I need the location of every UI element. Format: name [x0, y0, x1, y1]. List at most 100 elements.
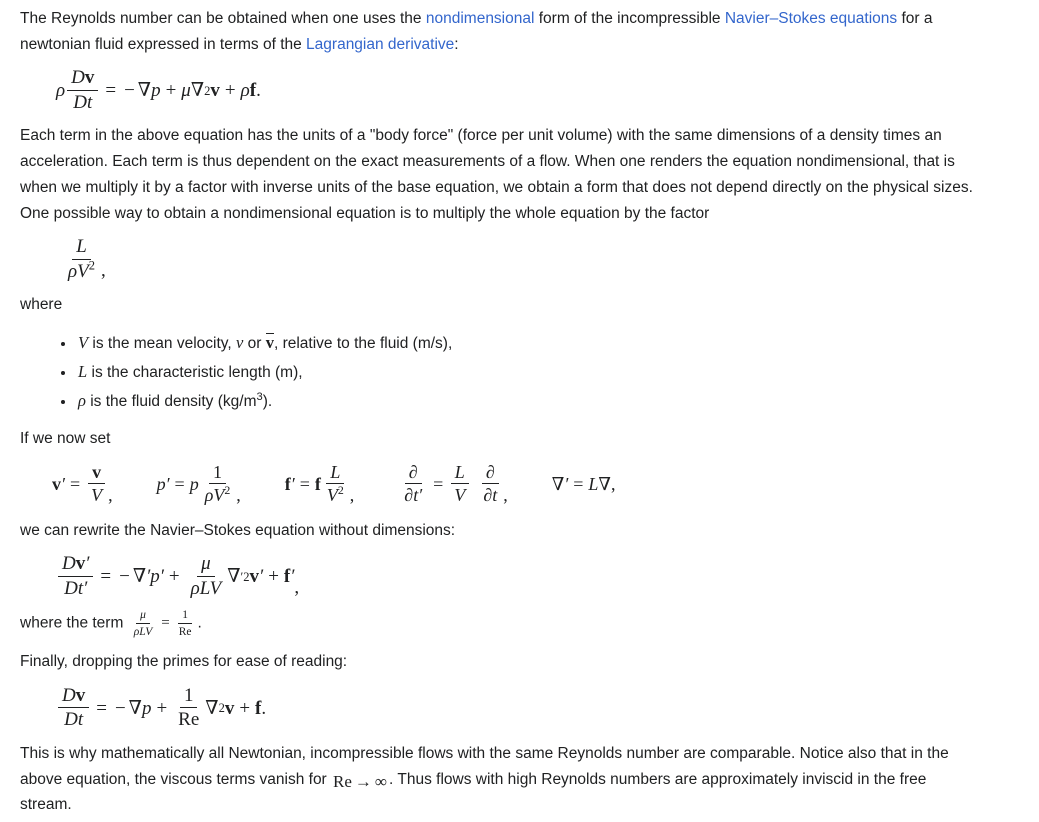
intro-segment-4: : — [454, 35, 459, 53]
operator-minus: − — [114, 697, 126, 719]
prime-mark: ′ — [83, 577, 88, 599]
symbol-nabla-squared: ∇ — [190, 80, 205, 102]
equation-nondimensional: Dv′ Dt′ = − ∇ ′ p ′ + μ ρLV ∇ ′2 v ′ + f ′ , — [20, 554, 979, 599]
symbol-partial: ∂ — [408, 461, 418, 482]
period: . — [256, 80, 261, 102]
operator-minus: − — [119, 566, 130, 588]
symbol-v-bold: v — [84, 67, 95, 89]
symbol-rho: ρ — [56, 80, 66, 102]
symbol-rho: ρ — [190, 577, 200, 599]
fraction-one-over-Re: 1 Re — [175, 609, 196, 638]
fraction-denominator: ρV2 — [201, 484, 235, 505]
paragraph-rewrite: we can rewrite the Navier–Stokes equatio… — [20, 521, 456, 539]
fraction-numerator: ∂ — [481, 461, 499, 485]
symbol-infinity: ∞ — [374, 771, 388, 791]
period: . — [261, 697, 267, 719]
definition-text: is the fluid density (kg/m — [85, 392, 257, 410]
paragraph-if-we-now-set: If we now set — [20, 429, 111, 447]
article-body: The Reynolds number can be obtained when… — [0, 0, 999, 818]
fraction-partial-over-partial-t-prime: ∂ ∂t′ — [400, 461, 426, 506]
comma: , — [294, 577, 300, 599]
link-nondimensional[interactable]: nondimensional — [426, 10, 535, 27]
operator-plus: + — [165, 80, 177, 102]
fraction-denominator: Re — [174, 708, 203, 731]
comma: , — [101, 260, 106, 282]
symbol-f-bold: f — [314, 474, 321, 495]
symbol-v-bar-bold: v — [265, 332, 274, 352]
symbol-partial: ∂ — [483, 485, 493, 506]
operator-equals: = — [433, 474, 444, 495]
fraction-L-over-V: L V — [450, 462, 469, 506]
fraction-denominator: V — [87, 484, 106, 505]
fraction-numerator: v — [88, 462, 106, 485]
fraction-mu-over-rho-L-V: μ ρLV — [130, 609, 157, 638]
fraction-denominator: V2 — [323, 484, 348, 505]
operator-equals: = — [174, 474, 185, 495]
symbol-v-bold: v — [75, 553, 86, 575]
link-navier-stokes-equations[interactable]: Navier–Stokes equations — [725, 10, 897, 27]
symbol-D: D — [64, 709, 78, 731]
symbol-D: D — [62, 684, 76, 706]
symbol-partial: ∂ — [485, 461, 495, 482]
symbol-D-den: D — [73, 91, 87, 113]
paragraph-intro: The Reynolds number can be obtained when… — [20, 6, 979, 57]
symbol-v-bold: v — [224, 697, 235, 719]
definition-text-after: ). — [262, 392, 273, 410]
number-one: 1 — [183, 684, 194, 706]
operator-plus: + — [168, 566, 180, 588]
prime-mark: ′ — [418, 485, 423, 506]
fraction-denominator: ρLV — [187, 577, 226, 600]
symbol-L: L — [330, 461, 341, 482]
symbol-V: V — [91, 485, 103, 506]
where-term-suffix: . — [197, 614, 202, 632]
symbol-nabla-prime: ∇ — [551, 474, 565, 495]
symbol-v-prime-bold: v — [249, 566, 260, 588]
fraction-Dv-prime-over-Dt-prime: Dv′ Dt′ — [58, 553, 94, 599]
symbol-t: t — [77, 709, 84, 731]
symbol-Re: Re — [178, 625, 192, 638]
paragraph-closing: This is why mathematically all Newtonian… — [20, 741, 979, 818]
fraction-factor: L ρV2 — [64, 236, 99, 283]
symbol-V: V — [326, 485, 338, 506]
fraction-denominator: Dt — [69, 91, 96, 114]
operator-minus: − — [124, 80, 135, 102]
fraction-denominator: Dt — [60, 708, 87, 731]
comma: , — [503, 484, 508, 505]
operator-equals: = — [573, 474, 584, 495]
symbol-velocity-bold: v — [210, 80, 220, 102]
fraction-numerator: ∂ — [404, 461, 422, 485]
equation-substitutions: v ′ = v V , p ′ = p 1 ρV2 , f ′ = f L V2 , … — [20, 461, 979, 506]
symbol-p: p — [189, 474, 199, 495]
symbol-nabla-prime: ∇ — [132, 566, 147, 588]
equation-factor: L ρV2 , — [20, 236, 979, 283]
fraction-one-over-rho-V-squared: 1 ρV2 — [201, 462, 235, 506]
paragraph-units: Each term in the above equation has the … — [20, 127, 973, 222]
symbol-mu: μ — [181, 80, 191, 102]
symbol-L: L — [78, 361, 88, 381]
fraction-denominator: ρV2 — [64, 259, 99, 283]
symbol-mu: μ — [140, 609, 146, 622]
fraction-denominator: Re — [175, 624, 196, 638]
link-lagrangian-derivative[interactable]: Lagrangian derivative — [306, 36, 454, 53]
definition-text: is the characteristic length (m), — [87, 363, 303, 381]
fraction-numerator: Dv — [67, 67, 99, 91]
comma: , — [349, 484, 355, 505]
definition-text-after: , relative to the fluid (m/s), — [273, 334, 453, 352]
symbol-L: L — [76, 236, 87, 258]
paragraph-finally: Finally, dropping the primes for ease of… — [20, 653, 348, 671]
symbol-V: V — [213, 485, 225, 506]
equation-final: Dv Dt = − ∇ p + 1 Re ∇ 2 v + f . — [20, 684, 979, 731]
fraction-denominator: V — [450, 484, 469, 505]
comma: , — [611, 474, 616, 495]
symbol-V: V — [209, 577, 222, 599]
comma: , — [236, 484, 241, 505]
list-item-density: ρ is the fluid density (kg/m3). — [76, 387, 979, 416]
fraction-numerator: Dv — [58, 684, 90, 709]
fraction-partial-over-partial-t: ∂ ∂t — [479, 461, 501, 506]
symbol-v-bold: v — [75, 684, 86, 706]
symbol-rho: ρ — [68, 260, 78, 282]
inline-equation-reynolds-term: μ ρLV = 1 Re — [128, 609, 198, 638]
fraction-numerator: L — [326, 461, 345, 485]
symbol-partial: ∂ — [404, 485, 414, 506]
operator-equals: = — [299, 474, 310, 495]
